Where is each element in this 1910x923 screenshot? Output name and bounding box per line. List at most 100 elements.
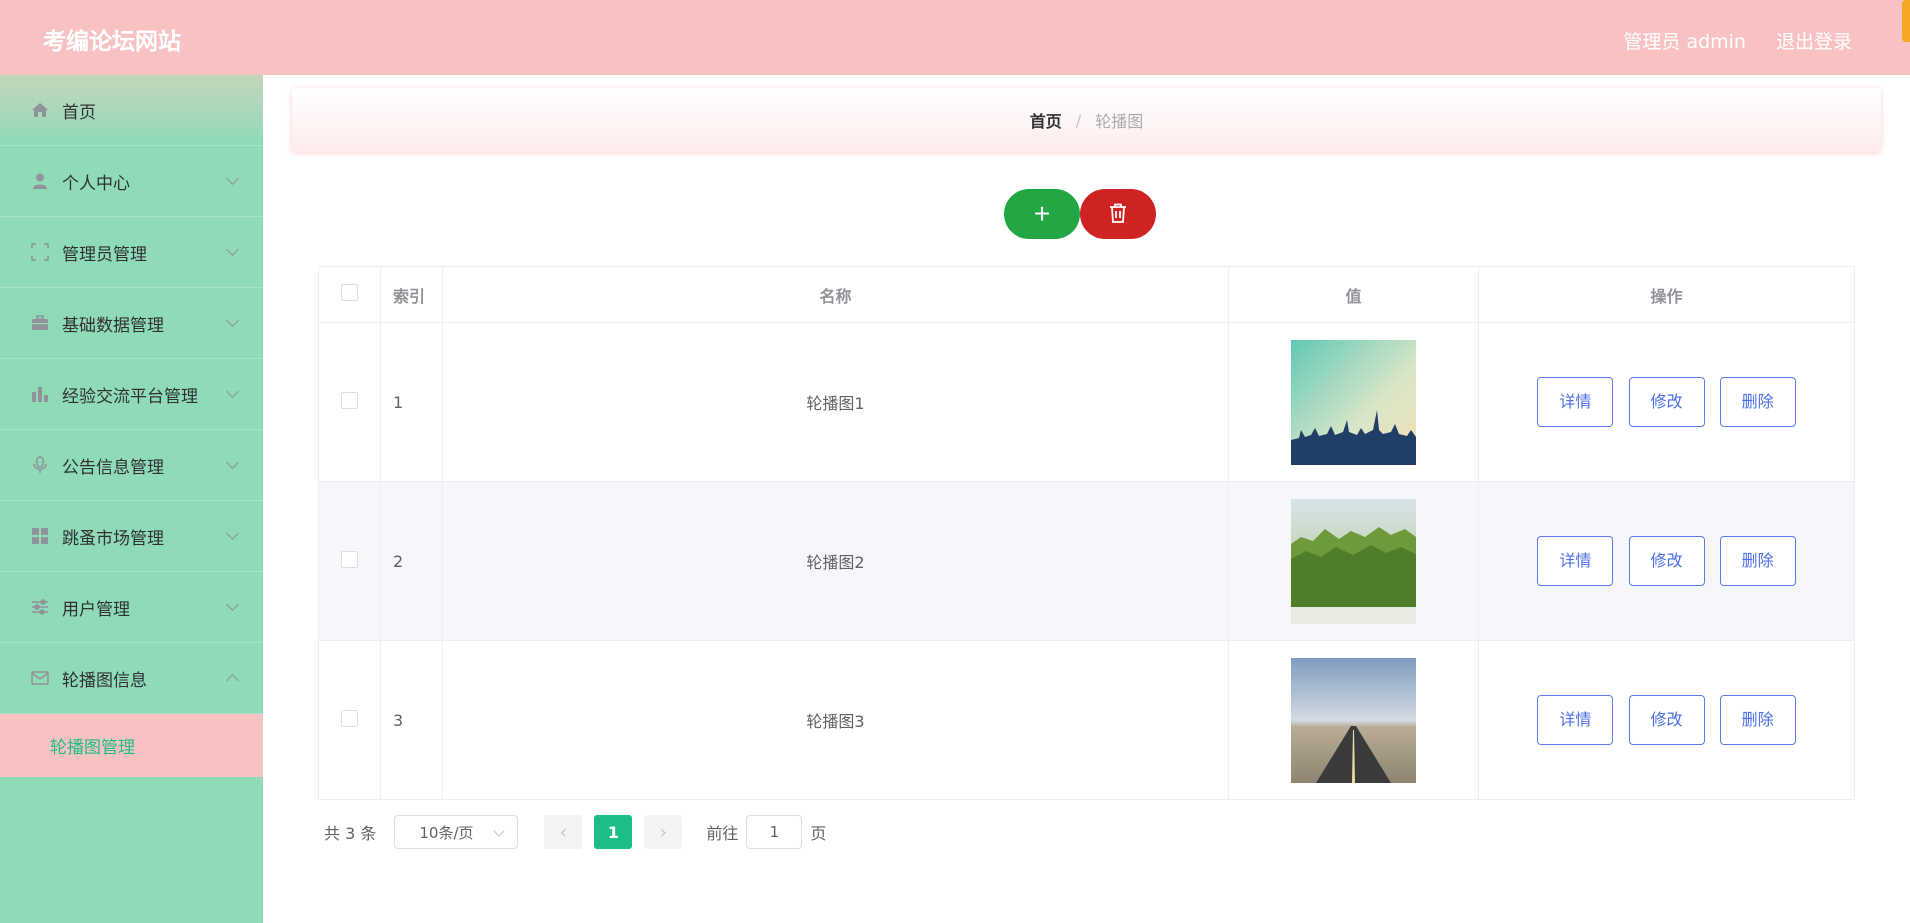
breadcrumb-home[interactable]: 首页	[1030, 108, 1062, 132]
header-user-area: 管理员 admin 退出登录	[1623, 27, 1852, 54]
sidebar-item-label: 公告信息管理	[62, 457, 164, 478]
row-value	[1228, 481, 1479, 641]
sidebar-item-label: 经验交流平台管理	[62, 386, 198, 407]
trash-icon	[1109, 203, 1127, 226]
row-name: 轮播图1	[442, 322, 1229, 482]
row-actions: 详情 修改 删除	[1478, 322, 1855, 482]
batch-delete-button[interactable]	[1080, 189, 1156, 239]
pagination-total: 共 3 条	[324, 824, 377, 843]
sidebar-subitem-carousel-management[interactable]: 轮播图管理	[0, 714, 263, 777]
row-checkbox[interactable]	[341, 709, 358, 727]
grid-icon	[30, 526, 50, 546]
user-icon	[30, 171, 50, 191]
page-size-value: 10条/页	[419, 823, 474, 842]
edit-button[interactable]: 修改	[1628, 695, 1705, 745]
sidebar-item-flea-market[interactable]: 跳蚤市场管理	[0, 501, 263, 572]
chevron-up-icon	[226, 674, 239, 687]
logout-link[interactable]: 退出登录	[1776, 27, 1852, 54]
row-index: 2	[380, 481, 443, 641]
table-header-row: 索引 名称 值 操作	[318, 266, 1855, 323]
sidebar-item-label: 用户管理	[62, 599, 130, 620]
header-name: 名称	[442, 266, 1229, 323]
row-actions: 详情 修改 删除	[1478, 481, 1855, 641]
carousel-table: 索引 名称 值 操作 1 轮播图1 详情 修改 删除 2 轮播图2 详情 修改 …	[318, 266, 1855, 800]
chevron-down-icon	[493, 825, 506, 837]
row-select-cell[interactable]	[318, 322, 381, 482]
chevron-down-icon	[226, 598, 239, 611]
row-name: 轮播图3	[442, 640, 1229, 800]
delete-button[interactable]: 删除	[1719, 377, 1796, 427]
header-operation: 操作	[1478, 266, 1855, 323]
row-select-cell[interactable]	[318, 481, 381, 641]
site-title: 考编论坛网站	[43, 29, 181, 55]
delete-button[interactable]: 删除	[1719, 536, 1796, 586]
row-value	[1228, 640, 1479, 800]
header-select-all[interactable]	[318, 266, 381, 323]
bar-chart-icon	[30, 384, 50, 404]
goto-page-input[interactable]	[746, 815, 803, 849]
sidebar-item-announcements[interactable]: 公告信息管理	[0, 430, 263, 501]
sidebar-item-home[interactable]: 首页	[0, 75, 263, 146]
chevron-down-icon	[226, 456, 239, 469]
delete-button[interactable]: 删除	[1719, 695, 1796, 745]
goto-suffix: 页	[810, 824, 827, 843]
top-header: 考编论坛网站 管理员 admin 退出登录	[0, 0, 1910, 75]
forest-image	[1291, 498, 1416, 624]
header-index: 索引	[380, 266, 443, 323]
chevron-down-icon	[226, 172, 239, 185]
sidebar-item-admin-management[interactable]: 管理员管理	[0, 217, 263, 288]
edit-button[interactable]: 修改	[1628, 377, 1705, 427]
row-checkbox[interactable]	[341, 550, 358, 568]
breadcrumb-separator: /	[1075, 110, 1082, 130]
chevron-left-icon: ‹	[559, 821, 567, 843]
road-image	[1291, 657, 1416, 783]
mail-icon	[30, 668, 50, 688]
header-value: 值	[1228, 266, 1479, 323]
sidebar-item-carousel-info[interactable]: 轮播图信息	[0, 643, 263, 714]
pagination: 共 3 条 10条/页 ‹ 1 › 前往 页	[324, 815, 826, 849]
chevron-right-icon: ›	[659, 821, 667, 843]
next-page-button[interactable]: ›	[644, 815, 683, 849]
page-size-select[interactable]: 10条/页	[394, 815, 519, 849]
add-button[interactable]: +	[1004, 189, 1080, 239]
sidebar-menu: 首页 个人中心 管理员管理 基础数据管理 经验交流平台管理 公告信息管理 跳蚤市…	[0, 75, 263, 923]
prev-page-button[interactable]: ‹	[544, 815, 583, 849]
breadcrumb: 首页 / 轮播图	[292, 88, 1881, 152]
chevron-down-icon	[226, 527, 239, 540]
sidebar-item-label: 个人中心	[62, 173, 130, 194]
detail-button[interactable]: 详情	[1537, 536, 1614, 586]
table-row: 3 轮播图3 详情 修改 删除	[318, 640, 1855, 800]
row-index: 3	[380, 640, 443, 800]
row-index: 1	[380, 322, 443, 482]
row-checkbox[interactable]	[341, 391, 358, 409]
sidebar-item-experience-platform[interactable]: 经验交流平台管理	[0, 359, 263, 430]
sidebar-item-label: 管理员管理	[62, 244, 147, 265]
sidebar-item-label: 轮播图信息	[62, 670, 147, 691]
detail-button[interactable]: 详情	[1537, 695, 1614, 745]
table-row: 2 轮播图2 详情 修改 删除	[318, 481, 1855, 641]
chevron-down-icon	[226, 243, 239, 256]
admin-user-label: 管理员 admin	[1623, 31, 1746, 53]
table-row: 1 轮播图1 详情 修改 删除	[318, 322, 1855, 482]
goto-label: 前往	[706, 824, 739, 843]
sidebar-item-profile[interactable]: 个人中心	[0, 146, 263, 217]
briefcase-icon	[30, 313, 50, 333]
row-actions: 详情 修改 删除	[1478, 640, 1855, 800]
city-skyline-image	[1291, 339, 1416, 465]
select-all-checkbox[interactable]	[341, 284, 358, 301]
breadcrumb-current: 轮播图	[1095, 112, 1144, 131]
sidebar-item-basic-data[interactable]: 基础数据管理	[0, 288, 263, 359]
sidebar-item-label: 基础数据管理	[62, 315, 164, 336]
edit-button[interactable]: 修改	[1628, 536, 1705, 586]
detail-button[interactable]: 详情	[1537, 377, 1614, 427]
sidebar-item-users[interactable]: 用户管理	[0, 572, 263, 643]
chevron-down-icon	[226, 314, 239, 327]
fullscreen-icon	[30, 242, 50, 262]
row-value	[1228, 322, 1479, 482]
page-number-current[interactable]: 1	[594, 815, 633, 849]
home-icon	[30, 100, 50, 120]
chevron-down-icon	[226, 385, 239, 398]
sidebar-item-label: 首页	[62, 102, 96, 123]
row-name: 轮播图2	[442, 481, 1229, 641]
row-select-cell[interactable]	[318, 640, 381, 800]
